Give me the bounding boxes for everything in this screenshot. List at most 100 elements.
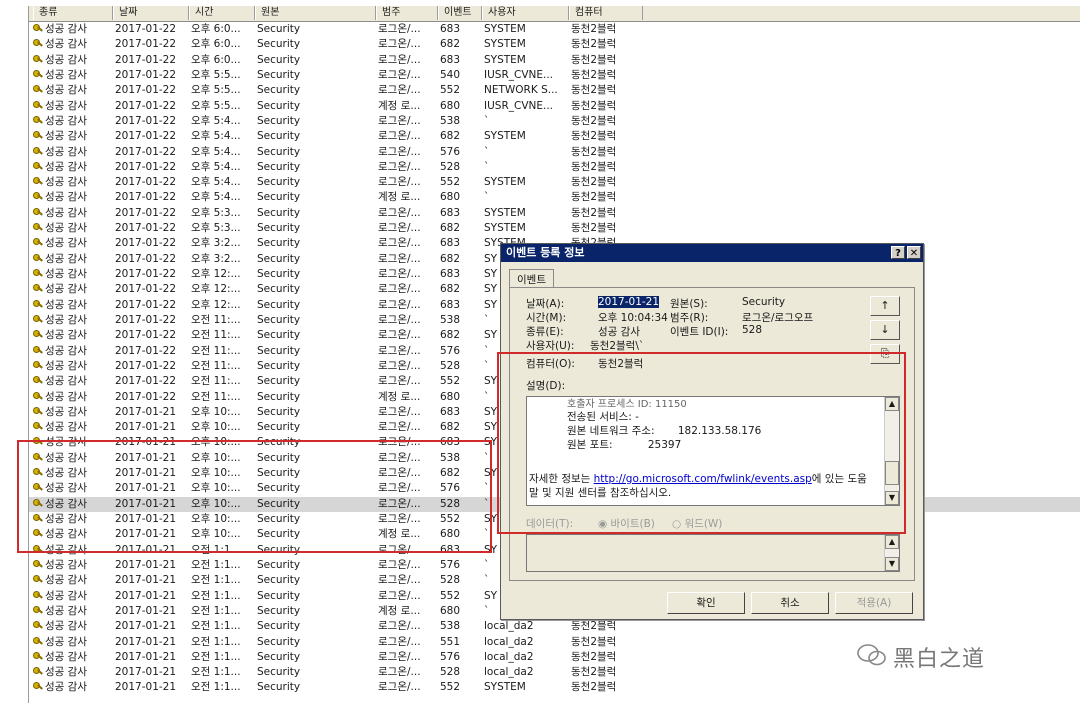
table-cell: Security xyxy=(257,222,301,235)
table-cell: 552 xyxy=(440,84,461,97)
table-cell: 552 xyxy=(440,681,461,694)
column-header[interactable]: 원본 xyxy=(255,6,376,20)
table-row[interactable]: 성공 감사 2017-01-22 오후 5:4... Security 로그온/... 5… xyxy=(29,160,1080,175)
table-row[interactable]: 성공 감사 2017-01-22 오후 5:4... Security 계정 로... 6… xyxy=(29,190,1080,205)
table-cell: 동천2블럭 xyxy=(571,23,617,35)
event-type: 성공 감사 xyxy=(45,99,87,112)
table-cell: 2017-01-22 xyxy=(115,114,177,127)
close-button[interactable]: ✕ xyxy=(907,246,921,259)
copy-icon[interactable]: ⎘ xyxy=(870,344,900,364)
table-cell: 로그온/... xyxy=(378,329,421,342)
tab-event[interactable]: 이벤트 xyxy=(509,269,554,289)
table-cell: 오후 5:4... xyxy=(191,130,241,143)
description-box[interactable]: 호출자 프로세스 ID: 11150 전송된 서비스: - 원본 네트워크 주소… xyxy=(526,396,900,506)
table-cell: 성공 감사 xyxy=(33,99,110,114)
key-icon xyxy=(33,421,43,431)
table-cell: 동천2블럭 xyxy=(571,130,617,143)
column-header[interactable]: 사용자 xyxy=(482,6,569,20)
table-row[interactable]: 성공 감사 2017-01-22 오후 5:5... Security 로그온/... 5… xyxy=(29,83,1080,98)
column-header[interactable]: 종류 xyxy=(33,6,113,20)
event-type: 성공 감사 xyxy=(45,359,87,372)
table-cell: Security xyxy=(257,467,301,480)
event-type: 성공 감사 xyxy=(45,589,87,602)
arrow-down-icon[interactable]: ↓ xyxy=(870,320,900,340)
data-scroll-up-icon[interactable]: ▲ xyxy=(885,535,899,549)
table-cell: 오전 1:1... xyxy=(191,558,241,571)
table-cell: 576 xyxy=(440,558,461,571)
scroll-thumb[interactable] xyxy=(885,461,899,485)
table-row[interactable]: 성공 감사 2017-01-22 오후 5:4... Security 로그온/... 5… xyxy=(29,145,1080,160)
table-cell: 로그온/... xyxy=(378,359,421,372)
key-icon xyxy=(33,191,43,201)
table-row[interactable]: 성공 감사 2017-01-22 오후 6:0... Security 로그온/... 6… xyxy=(29,22,1080,37)
table-cell: 로그온/... xyxy=(378,482,421,495)
table-row[interactable]: 성공 감사 2017-01-22 오후 5:5... Security 계정 로... 6… xyxy=(29,99,1080,114)
table-cell: 528 xyxy=(440,359,461,372)
table-row[interactable]: 성공 감사 2017-01-22 오후 6:0... Security 로그온/... 6… xyxy=(29,53,1080,68)
table-cell: 2017-01-21 xyxy=(115,635,177,648)
key-icon xyxy=(33,329,43,339)
table-row[interactable]: 성공 감사 2017-01-22 오후 5:4... Security 로그온/... 6… xyxy=(29,129,1080,144)
date-value[interactable]: 2017-01-21 xyxy=(598,296,660,308)
table-row[interactable]: 성공 감사 2017-01-22 오후 5:3... Security 로그온/... 6… xyxy=(29,221,1080,236)
table-cell: 로그온/... xyxy=(378,451,421,464)
help-button[interactable]: ? xyxy=(891,246,905,259)
apply-button[interactable]: 적용(A) xyxy=(835,592,913,614)
table-row[interactable]: 성공 감사 2017-01-22 오후 5:4... Security 로그온/... 5… xyxy=(29,114,1080,129)
table-cell: 오전 1:1... xyxy=(191,666,241,679)
dialog-title-bar: 이벤트 등록 정보 ? ✕ xyxy=(501,244,923,262)
table-cell: 오전 1:1... xyxy=(191,681,241,694)
table-cell: 로그온/... xyxy=(378,38,421,51)
table-cell: 2017-01-21 xyxy=(115,558,177,571)
table-cell: 682 xyxy=(440,283,461,296)
help-link[interactable]: http://go.microsoft.com/fwlink/events.as… xyxy=(594,473,812,485)
column-header[interactable]: 범주 xyxy=(376,6,438,20)
table-cell: 2017-01-22 xyxy=(115,375,177,388)
ok-button[interactable]: 확인 xyxy=(667,592,745,614)
scroll-up-icon[interactable]: ▲ xyxy=(885,397,899,411)
desc-more-prefix: 자세한 정보는 xyxy=(529,473,594,485)
table-row[interactable]: 성공 감사 2017-01-21 오전 1:1... Security 로그온/... 5… xyxy=(29,619,1080,634)
scroll-down-icon[interactable]: ▼ xyxy=(885,491,899,505)
table-cell: Security xyxy=(257,145,301,158)
words-radio[interactable]: ○ 워드(W) xyxy=(672,516,722,531)
table-cell: 오후 3:2... xyxy=(191,237,241,250)
arrow-up-icon[interactable]: ↑ xyxy=(870,296,900,316)
table-cell: 로그온/... xyxy=(378,313,421,326)
key-icon xyxy=(33,605,43,615)
data-scroll-down-icon[interactable]: ▼ xyxy=(885,557,899,571)
table-row[interactable]: 성공 감사 2017-01-22 오후 5:5... Security 로그온/... 5… xyxy=(29,68,1080,83)
table-cell: local_da2 xyxy=(484,666,534,679)
table-cell: 2017-01-21 xyxy=(115,604,177,617)
table-cell: 오후 5:3... xyxy=(191,222,241,235)
table-cell: Security xyxy=(257,313,301,326)
desc-line-2: 원본 네트워크 주소: 182.133.58.176 xyxy=(567,423,761,438)
data-scrollbar[interactable]: ▲ ▼ xyxy=(884,535,899,571)
data-box[interactable]: ▲ ▼ xyxy=(526,534,900,572)
table-cell: Security xyxy=(257,513,301,525)
table-cell: 682 xyxy=(440,467,461,480)
table-cell: 성공 감사 xyxy=(33,53,110,68)
cancel-button[interactable]: 취소 xyxy=(751,592,829,614)
table-cell: 2017-01-22 xyxy=(115,268,177,280)
column-header[interactable]: 이벤트 xyxy=(438,6,482,20)
computer-value: 동천2블럭 xyxy=(598,358,644,370)
event-type: 성공 감사 xyxy=(45,390,87,403)
table-row[interactable]: 성공 감사 2017-01-22 오후 6:0... Security 로그온/... 6… xyxy=(29,37,1080,52)
column-header[interactable]: 시간 xyxy=(189,6,255,20)
table-cell: 성공 감사 xyxy=(33,420,110,435)
table-cell: 683 xyxy=(440,268,461,280)
description-scrollbar[interactable]: ▲ ▼ xyxy=(884,397,899,505)
bytes-radio[interactable]: ◉ 바이트(B) xyxy=(598,516,655,531)
table-row[interactable]: 성공 감사 2017-01-21 오전 1:1... Security 로그온/... 5… xyxy=(29,680,1080,695)
table-row[interactable]: 성공 감사 2017-01-22 오후 5:4... Security 로그온/... 5… xyxy=(29,175,1080,190)
table-cell: SYSTEM xyxy=(484,681,526,694)
table-cell: 2017-01-22 xyxy=(115,38,177,51)
table-row[interactable]: 성공 감사 2017-01-22 오후 5:3... Security 로그온/... 6… xyxy=(29,206,1080,221)
table-cell: 2017-01-22 xyxy=(115,206,177,219)
event-type: 성공 감사 xyxy=(45,268,87,280)
column-header[interactable]: 날짜 xyxy=(113,6,189,20)
table-cell: ` xyxy=(484,160,490,173)
column-header[interactable]: 컴퓨터 xyxy=(569,6,643,20)
table-cell: 2017-01-22 xyxy=(115,130,177,143)
